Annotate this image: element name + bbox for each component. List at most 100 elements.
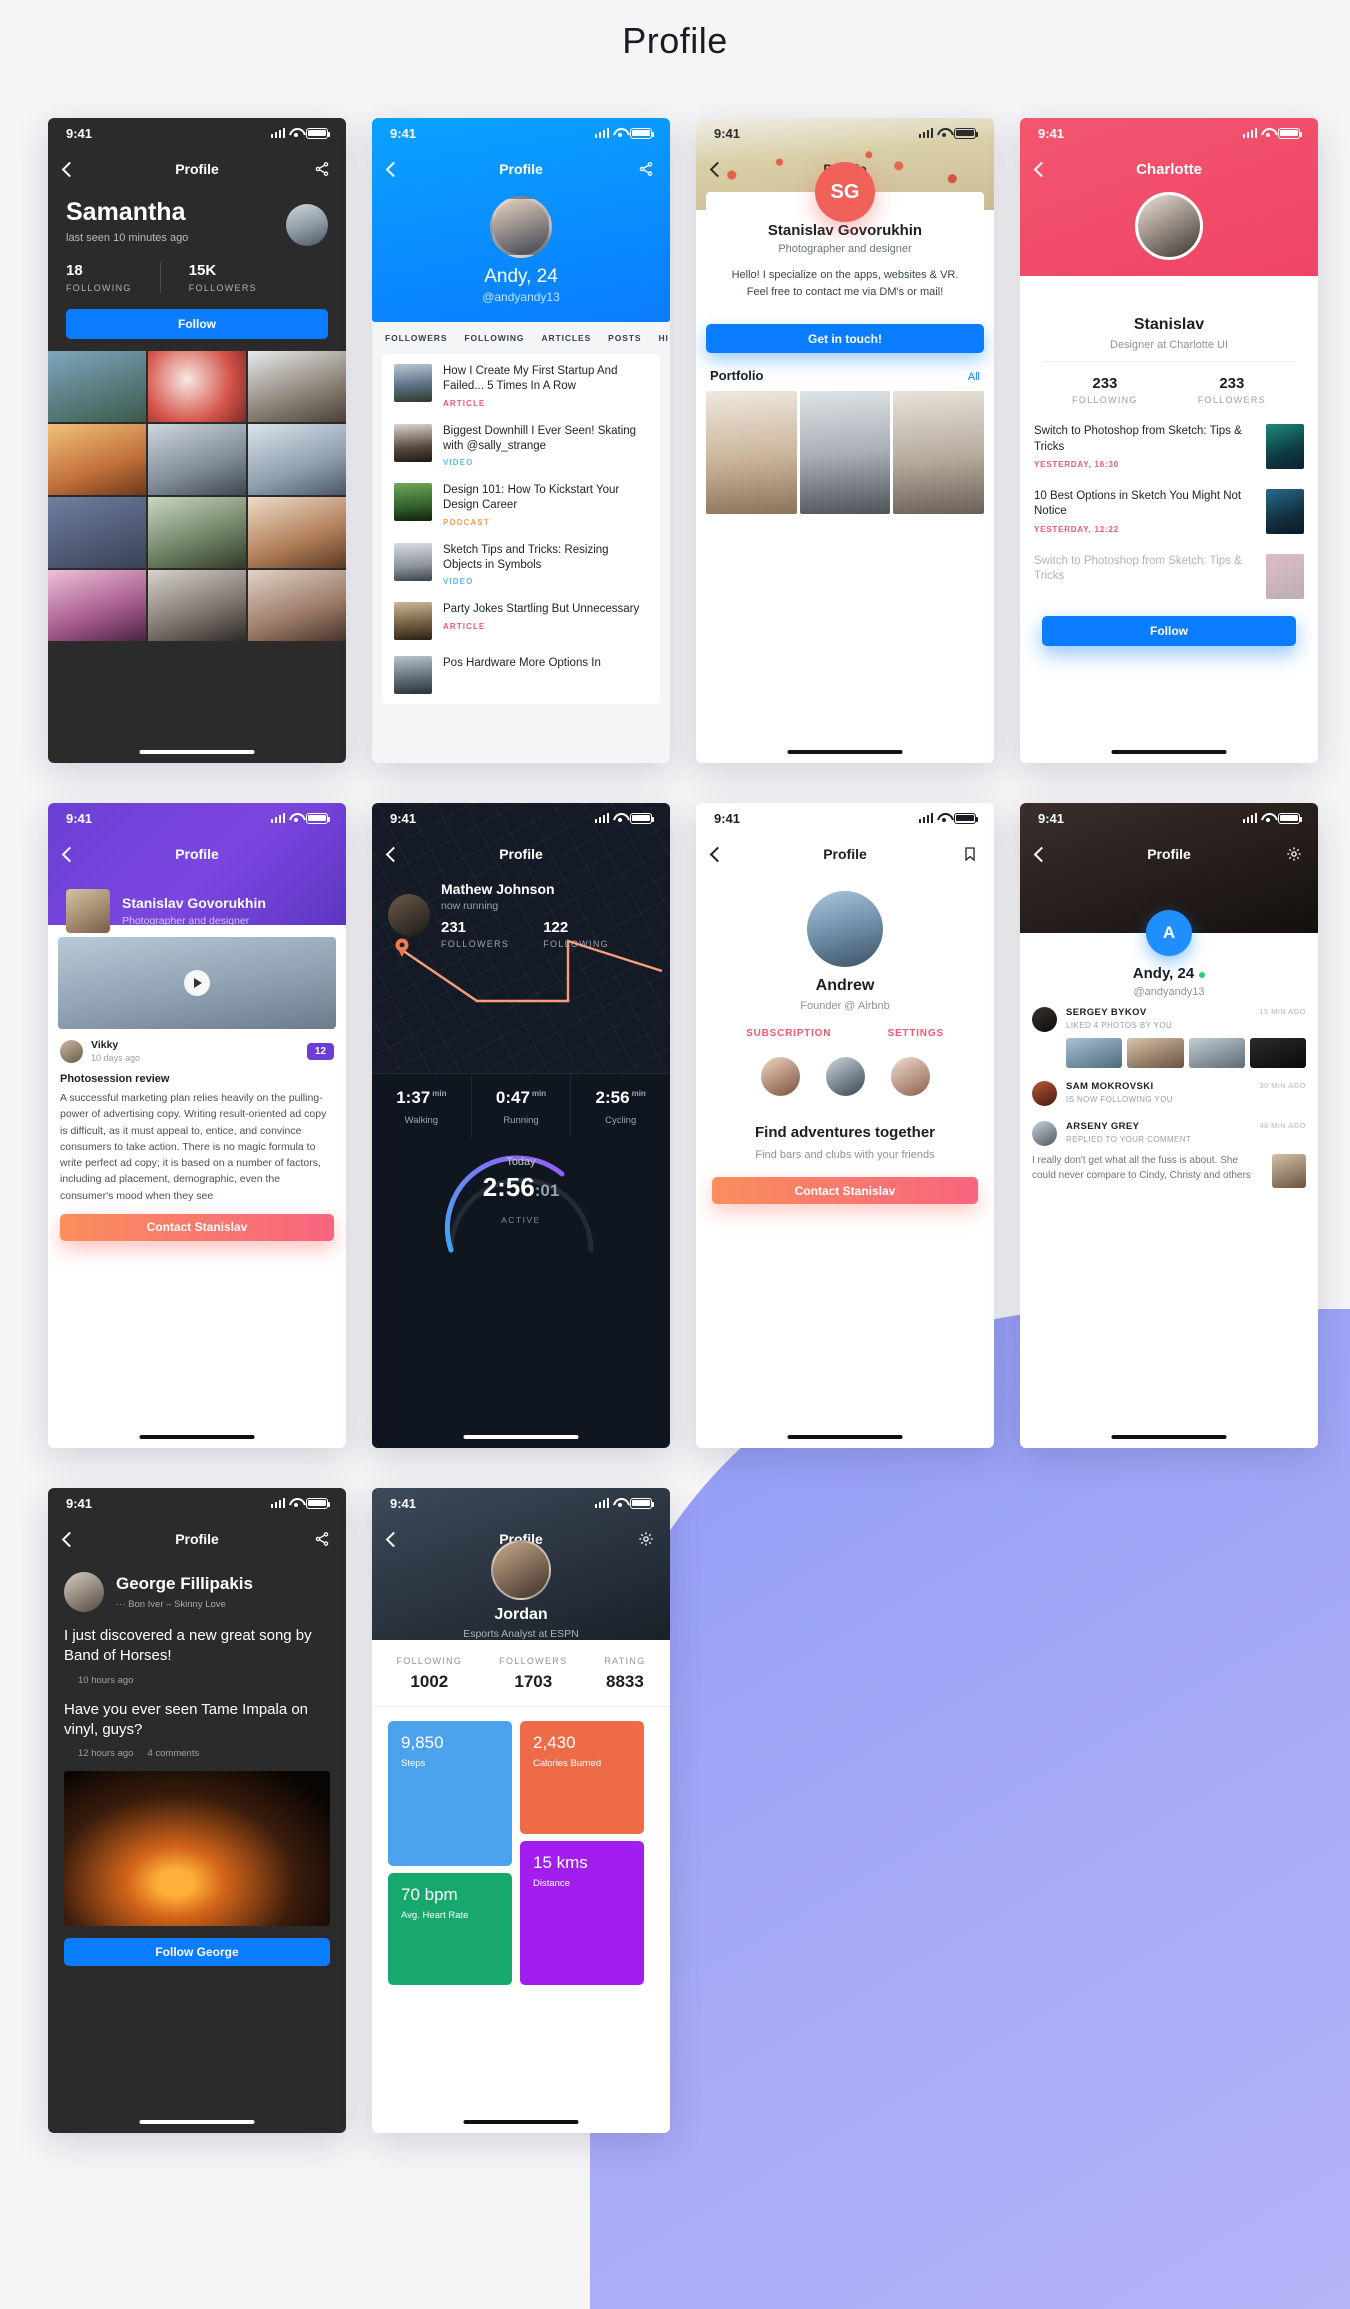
photo-thumb[interactable] xyxy=(1066,1038,1123,1068)
photo-tile[interactable] xyxy=(148,570,246,641)
follow-button[interactable]: Follow xyxy=(1042,615,1296,646)
post-text: Have you ever seen Tame Impala on vinyl,… xyxy=(64,1700,309,1738)
tab-following[interactable]: FOLLOWING xyxy=(464,333,524,343)
post-image[interactable] xyxy=(64,1771,330,1926)
portfolio-image[interactable] xyxy=(799,391,891,514)
profile-header: Samantha last seen 10 minutes ago 18 FOL… xyxy=(48,198,346,293)
photo-tile[interactable] xyxy=(148,351,246,422)
status-bar: 9:41 xyxy=(372,118,670,148)
photo-tile[interactable] xyxy=(248,351,346,422)
photo-thumb[interactable] xyxy=(1249,1038,1306,1068)
portfolio-image[interactable] xyxy=(893,391,985,514)
photo-tile[interactable] xyxy=(48,351,146,422)
profile-name: George Fillipakis xyxy=(116,1574,253,1593)
activity-cycling[interactable]: 2:56 min Cycling xyxy=(571,1074,670,1138)
tile-value: 9,850 xyxy=(401,1733,444,1752)
photo-tile[interactable] xyxy=(48,424,146,495)
list-item[interactable]: Biggest Downhill I Ever Seen! Skating wi… xyxy=(382,416,660,476)
list-item[interactable]: Sketch Tips and Tricks: Resizing Objects… xyxy=(382,535,660,595)
bookmark-icon[interactable] xyxy=(962,846,978,862)
tab-settings[interactable]: SETTINGS xyxy=(887,1028,943,1039)
list-item[interactable]: Switch to Photoshop from Sketch: Tips & … xyxy=(1020,415,1318,480)
screen-jordan-fitness: 9:41 Profile Jordan Esports Analyst at E… xyxy=(372,1488,670,2133)
route-map[interactable]: 9:41 Profile Mathew Johnson now running xyxy=(372,803,670,1073)
photo-tile[interactable] xyxy=(148,497,246,568)
photo-tile[interactable] xyxy=(248,497,346,568)
play-icon[interactable] xyxy=(184,970,210,996)
tile-distance[interactable]: 15 kms Distance xyxy=(520,1841,644,1985)
tab-subscription[interactable]: SUBSCRIPTION xyxy=(746,1028,831,1039)
list-item[interactable]: 10 Best Options in Sketch You Might Not … xyxy=(1020,480,1318,545)
photo-tile[interactable] xyxy=(248,570,346,641)
tab-articles[interactable]: ARTICLES xyxy=(541,333,591,343)
avatar[interactable] xyxy=(760,1057,800,1096)
follow-button[interactable]: Follow George xyxy=(64,1938,330,1966)
tab-posts[interactable]: POSTS xyxy=(608,333,641,343)
avatar[interactable] xyxy=(825,1057,865,1096)
share-icon[interactable] xyxy=(638,161,654,177)
photo-tile[interactable] xyxy=(48,497,146,568)
list-item[interactable]: Party Jokes Startling But Unnecessary AR… xyxy=(382,594,660,648)
status-time: 9:41 xyxy=(66,810,93,826)
portfolio-image[interactable] xyxy=(706,391,797,514)
tab-followers[interactable]: FOLLOWERS xyxy=(385,333,447,343)
video-preview[interactable] xyxy=(58,937,336,1029)
list-item[interactable]: Design 101: How To Kickstart Your Design… xyxy=(382,475,660,535)
comment-count-badge: 12 xyxy=(306,1042,334,1060)
stat-followers[interactable]: 233 FOLLOWERS xyxy=(1198,375,1266,405)
get-in-touch-button[interactable]: Get in touch! xyxy=(706,324,984,353)
screen-george: 9:41 Profile George Fillipakis ··· Bon I… xyxy=(48,1488,346,2133)
tile-calories[interactable]: 2,430 Calories Burned xyxy=(520,1721,644,1834)
stat-following[interactable]: 18 FOLLOWING xyxy=(66,262,160,293)
home-indicator xyxy=(787,1435,903,1439)
avatar[interactable] xyxy=(890,1057,930,1096)
gear-icon[interactable] xyxy=(1286,846,1302,862)
photo-thumb[interactable] xyxy=(1188,1038,1245,1068)
list-item[interactable]: SAM MOKROVSKI IS NOW FOLLOWING YOU 30 MI… xyxy=(1020,1072,1318,1112)
activity-walking[interactable]: 1:37 min Walking xyxy=(372,1074,472,1138)
tab-hi[interactable]: HI xyxy=(658,333,668,343)
wifi-icon xyxy=(937,813,950,823)
contact-button[interactable]: Contact Stanislav xyxy=(712,1177,978,1204)
avatar xyxy=(490,196,552,258)
wifi-icon xyxy=(289,128,302,138)
share-icon[interactable] xyxy=(314,161,330,177)
today-label: Today xyxy=(506,1156,536,1168)
comment-thumbnail[interactable] xyxy=(1272,1154,1306,1188)
list-item[interactable]: How I Create My First Startup And Failed… xyxy=(382,356,660,416)
follow-button[interactable]: Follow xyxy=(66,309,328,339)
tile-heart-rate[interactable]: 70 bpm Avg. Heart Rate xyxy=(388,1873,512,1985)
post-comments[interactable]: 4 comments xyxy=(147,1748,199,1759)
stat-following[interactable]: FOLLOWING 1002 xyxy=(396,1656,462,1692)
photo-thumb[interactable] xyxy=(1127,1038,1184,1068)
list-item[interactable]: SERGEY BYKOV LIKED 4 PHOTOS BY YOU 15 MI… xyxy=(1020,998,1318,1038)
stat-following[interactable]: 233 FOLLOWING xyxy=(1072,375,1138,405)
stat-rating[interactable]: RATING 8833 xyxy=(604,1656,645,1692)
stat-followers[interactable]: FOLLOWERS 1703 xyxy=(499,1656,567,1692)
nav-bar: Profile xyxy=(372,833,670,875)
profile-card: SG Stanislav Govorukhin Photographer and… xyxy=(706,162,984,312)
status-bar: 9:41 xyxy=(696,803,994,833)
list-item[interactable]: Pos Hardware More Options In xyxy=(382,648,660,702)
tile-steps[interactable]: 9,850 Steps xyxy=(388,1721,512,1866)
today-value: 2:56:01 xyxy=(482,1172,560,1202)
stat-label: FOLLOWERS xyxy=(499,1656,568,1666)
wifi-icon xyxy=(289,813,302,823)
article-tag: VIDEO xyxy=(443,458,474,468)
activity-running[interactable]: 0:47 min Running xyxy=(472,1074,572,1138)
photo-tile[interactable] xyxy=(248,424,346,495)
portfolio-all-link[interactable]: All xyxy=(968,371,980,383)
contact-button[interactable]: Contact Stanislav xyxy=(60,1213,334,1241)
list-item[interactable]: ARSENY GREY REPLIED TO YOUR COMMENT 48 M… xyxy=(1020,1112,1318,1152)
article-title: Biggest Downhill I Ever Seen! Skating wi… xyxy=(443,424,637,452)
nav-bar: Charlotte xyxy=(1020,148,1318,190)
post-meta: 12 hours ago 4 comments xyxy=(64,1748,330,1759)
photo-tile[interactable] xyxy=(148,424,246,495)
list-item[interactable]: Switch to Photoshop from Sketch: Tips & … xyxy=(1020,545,1318,608)
gear-icon[interactable] xyxy=(638,1531,654,1547)
activity-label: Cycling xyxy=(605,1115,637,1126)
photo-tile[interactable] xyxy=(48,570,146,641)
share-icon[interactable] xyxy=(314,1531,330,1547)
stat-followers[interactable]: 15K FOLLOWERS xyxy=(159,262,285,293)
nav-title: Charlotte xyxy=(1136,160,1202,178)
